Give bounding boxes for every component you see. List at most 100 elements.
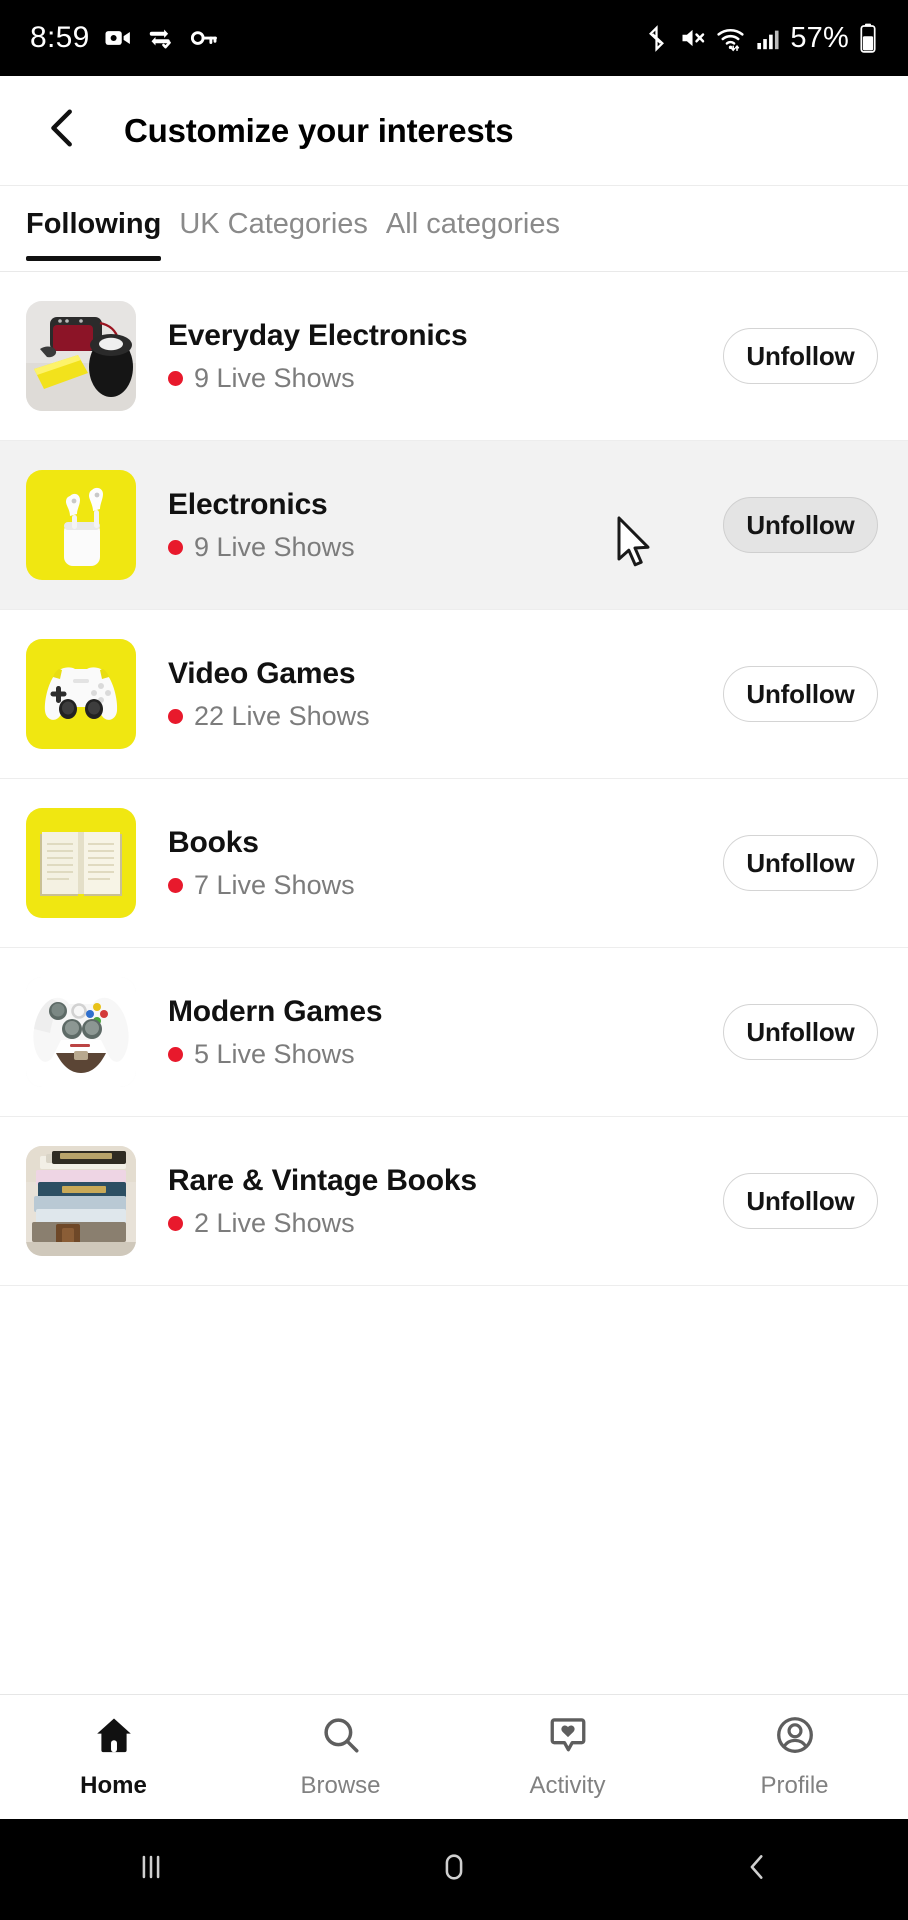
interest-text: Books 7 Live Shows xyxy=(136,826,723,901)
interest-live-shows: 2 Live Shows xyxy=(168,1208,723,1239)
unfollow-button[interactable]: Unfollow xyxy=(723,835,878,891)
nav-label: Home xyxy=(80,1772,147,1799)
nav-label: Profile xyxy=(760,1772,829,1799)
interest-text: Everyday Electronics 9 Live Shows xyxy=(136,319,723,394)
android-recents-button[interactable] xyxy=(91,1819,211,1920)
interest-live-shows: 9 Live Shows xyxy=(168,532,723,563)
data-sync-icon xyxy=(146,23,176,53)
status-bar-clock: 8:59 xyxy=(30,21,90,54)
chevron-left-icon xyxy=(40,105,86,156)
live-shows-label: 22 Live Shows xyxy=(194,700,370,731)
live-dot-icon xyxy=(168,539,183,555)
home-pill-icon xyxy=(437,1850,471,1889)
unfollow-button[interactable]: Unfollow xyxy=(723,328,878,384)
back-chevron-icon xyxy=(740,1850,774,1889)
live-shows-label: 5 Live Shows xyxy=(194,1038,355,1069)
live-shows-label: 7 Live Shows xyxy=(194,869,355,900)
interest-live-shows: 9 Live Shows xyxy=(168,363,723,394)
tab-following[interactable]: Following xyxy=(26,208,179,261)
interest-text: Modern Games 5 Live Shows xyxy=(136,995,723,1070)
interest-list: Everyday Electronics 9 Live Shows Unfoll… xyxy=(0,272,908,1694)
interest-text: Rare & Vintage Books 2 Live Shows xyxy=(136,1164,723,1239)
battery-percent-label: 57% xyxy=(790,21,849,54)
unfollow-button[interactable]: Unfollow xyxy=(723,1004,878,1060)
live-shows-label: 9 Live Shows xyxy=(194,531,355,562)
live-shows-label: 2 Live Shows xyxy=(194,1207,355,1238)
android-back-button[interactable] xyxy=(697,1819,817,1920)
live-dot-icon xyxy=(168,708,183,724)
table-row[interactable]: Books 7 Live Shows Unfollow xyxy=(0,779,908,948)
interest-title: Electronics xyxy=(168,487,328,521)
back-button[interactable] xyxy=(30,98,96,164)
page-header: Customize your interests xyxy=(0,76,908,186)
live-dot-icon xyxy=(168,1046,183,1062)
status-bar-left: 8:59 xyxy=(30,21,219,55)
key-icon xyxy=(189,23,219,53)
table-row[interactable]: Modern Games 5 Live Shows Unfollow xyxy=(0,948,908,1117)
nav-label: Activity xyxy=(529,1772,606,1799)
battery-icon xyxy=(858,23,878,53)
table-row[interactable]: Electronics 9 Live Shows Unfollow xyxy=(0,441,908,610)
tab-label: All categories xyxy=(385,208,560,240)
interest-live-shows: 22 Live Shows xyxy=(168,701,723,732)
phone-screen: 8:59 57% Customize your interests Follow… xyxy=(0,0,908,1920)
tab-uk-categories[interactable]: UK Categories xyxy=(179,208,386,261)
recents-icon xyxy=(134,1850,168,1889)
table-row[interactable]: Video Games 22 Live Shows Unfollow xyxy=(0,610,908,779)
speaker-photo-icon xyxy=(26,301,136,411)
camcorder-icon xyxy=(103,23,133,53)
page-title: Customize your interests xyxy=(124,111,514,149)
unfollow-button[interactable]: Unfollow xyxy=(723,1173,878,1229)
live-dot-icon xyxy=(168,370,183,386)
table-row[interactable]: Everyday Electronics 9 Live Shows Unfoll… xyxy=(0,272,908,441)
android-system-nav xyxy=(0,1819,908,1920)
interest-title: Everyday Electronics xyxy=(168,318,468,352)
interest-text: Electronics 9 Live Shows xyxy=(136,488,723,563)
interest-title: Modern Games xyxy=(168,994,383,1028)
interest-thumbnail xyxy=(26,977,136,1087)
interest-title: Books xyxy=(168,825,259,859)
tab-label: Following xyxy=(26,208,162,240)
stacked-books-photo-icon xyxy=(26,1146,136,1256)
search-icon xyxy=(320,1714,362,1761)
account-circle-icon xyxy=(774,1714,816,1761)
tab-bar: Following UK Categories All categories xyxy=(0,186,908,272)
tab-all-categories[interactable]: All categories xyxy=(386,208,578,261)
nav-item-profile[interactable]: Profile xyxy=(681,1714,908,1800)
open-book-yellow-icon xyxy=(26,808,136,918)
status-bar: 8:59 57% xyxy=(0,0,908,76)
live-shows-label: 9 Live Shows xyxy=(194,362,355,393)
interest-thumbnail xyxy=(26,1146,136,1256)
nav-item-home[interactable]: Home xyxy=(0,1714,227,1800)
table-row[interactable]: Rare & Vintage Books 2 Live Shows Unfoll… xyxy=(0,1117,908,1286)
gamepad-yellow-icon xyxy=(26,639,136,749)
interest-live-shows: 7 Live Shows xyxy=(168,870,723,901)
nav-item-browse[interactable]: Browse xyxy=(227,1714,454,1800)
tab-label: UK Categories xyxy=(179,208,368,240)
bluetooth-icon xyxy=(643,24,670,52)
live-dot-icon xyxy=(168,1215,183,1231)
nav-item-activity[interactable]: Activity xyxy=(454,1714,681,1800)
interest-title: Video Games xyxy=(168,656,356,690)
interest-thumbnail xyxy=(26,639,136,749)
interest-thumbnail xyxy=(26,301,136,411)
chat-heart-icon xyxy=(547,1714,589,1761)
interest-thumbnail xyxy=(26,808,136,918)
xbox-controller-photo-icon xyxy=(26,977,136,1087)
interest-text: Video Games 22 Live Shows xyxy=(136,657,723,732)
interest-thumbnail xyxy=(26,470,136,580)
home-icon xyxy=(93,1714,135,1761)
unfollow-button[interactable]: Unfollow xyxy=(723,666,878,722)
volume-muted-icon xyxy=(679,24,707,52)
android-home-button[interactable] xyxy=(394,1819,514,1920)
live-dot-icon xyxy=(168,877,183,893)
wifi-icon xyxy=(716,24,745,53)
bottom-navigation: Home Browse Activity Profile xyxy=(0,1694,908,1819)
earbuds-yellow-icon xyxy=(26,470,136,580)
unfollow-button[interactable]: Unfollow xyxy=(723,497,878,553)
status-bar-right: 57% xyxy=(643,22,878,55)
cellular-signal-icon xyxy=(754,25,781,52)
interest-title: Rare & Vintage Books xyxy=(168,1163,477,1197)
nav-label: Browse xyxy=(300,1772,381,1799)
interest-live-shows: 5 Live Shows xyxy=(168,1039,723,1070)
